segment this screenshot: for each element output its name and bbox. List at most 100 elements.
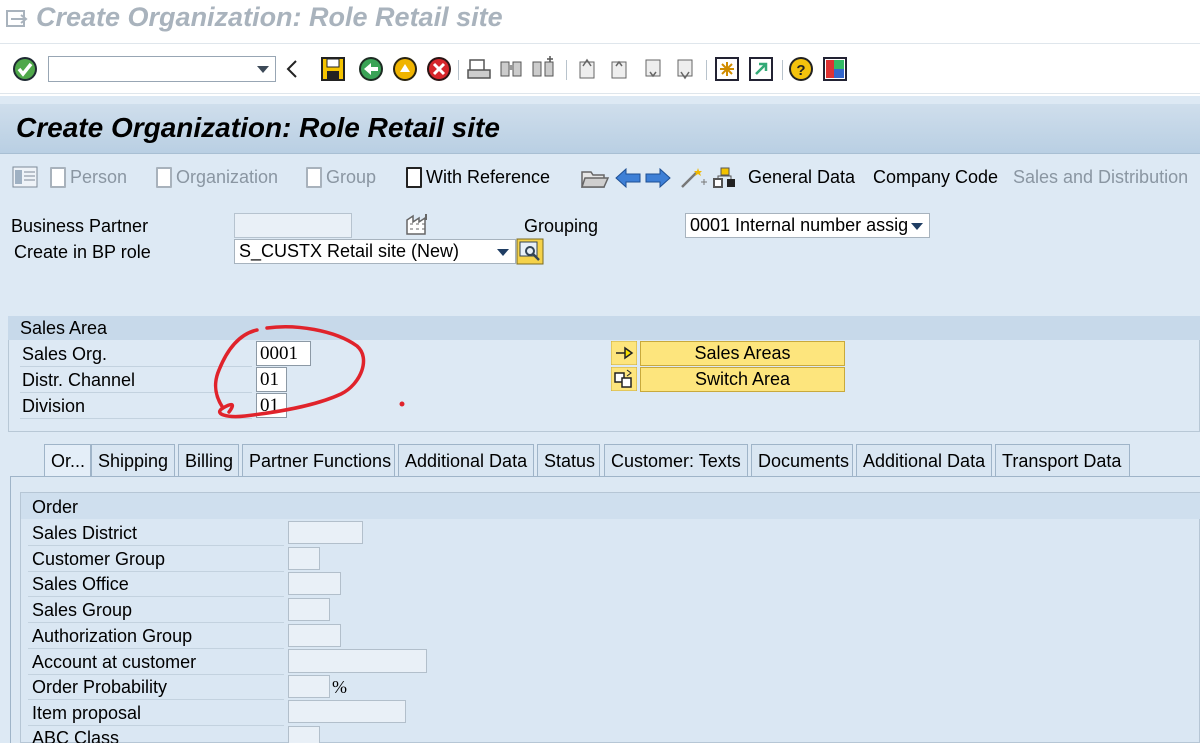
switch-area-button[interactable]: Switch Area	[640, 367, 845, 392]
tab-additional-data-2[interactable]: Additional Data	[856, 444, 992, 477]
order-group-header: Order	[21, 493, 1200, 519]
page-title-bar: Create Organization: Role Retail site	[0, 104, 1200, 154]
grouping-value: 0001 Internal number assig	[690, 215, 909, 235]
divider	[28, 699, 284, 700]
sales-org-label: Sales Org.	[22, 344, 108, 364]
divider	[28, 622, 284, 623]
next-page-icon[interactable]	[640, 56, 666, 82]
arrow-right-icon[interactable]	[611, 341, 637, 365]
general-data-button[interactable]: General Data	[748, 167, 855, 188]
hierarchy-icon[interactable]	[712, 165, 738, 191]
organization-button[interactable]: Organization	[156, 167, 278, 188]
arrow-left-icon[interactable]	[614, 166, 642, 190]
tab-documents[interactable]: Documents	[751, 444, 853, 477]
shortcut-icon[interactable]	[748, 56, 774, 82]
tab-partner-functions[interactable]: Partner Functions	[242, 444, 395, 477]
with-reference-button[interactable]: With Reference	[406, 167, 550, 188]
business-partner-field[interactable]	[234, 213, 352, 238]
arrow-right-icon[interactable]	[644, 166, 672, 190]
order-probability-field[interactable]	[288, 675, 330, 698]
tab-status[interactable]: Status	[537, 444, 600, 477]
sales-group-field[interactable]	[288, 598, 330, 621]
find-icon[interactable]	[498, 56, 524, 82]
chevron-down-icon[interactable]	[257, 66, 269, 73]
save-icon[interactable]	[320, 56, 346, 82]
relationship-wand-icon[interactable]	[678, 165, 708, 191]
window-menu-icon[interactable]	[6, 10, 28, 28]
help-icon[interactable]: ?	[788, 56, 814, 82]
application-toolbar: Person Organization Group With Reference…	[0, 158, 1200, 198]
last-page-icon[interactable]	[672, 56, 698, 82]
tab-transport-data[interactable]: Transport Data	[995, 444, 1130, 477]
back-icon[interactable]	[358, 56, 384, 82]
divider	[28, 648, 284, 649]
divider	[28, 596, 284, 597]
sales-distribution-label: Sales and Distribution	[1013, 167, 1189, 187]
sap-window: Create Organization: Role Retail site ? …	[0, 0, 1200, 743]
toolbar-separator	[782, 60, 783, 80]
percent-unit: %	[332, 677, 347, 697]
tab-customer-texts[interactable]: Customer: Texts	[604, 444, 748, 477]
new-session-icon[interactable]	[714, 56, 740, 82]
grouping-label: Grouping	[524, 216, 599, 236]
sales-office-field[interactable]	[288, 572, 341, 595]
abc-class-label: ABC Class	[32, 728, 120, 743]
cancel-icon[interactable]	[426, 56, 452, 82]
grouping-dropdown[interactable]: 0001 Internal number assig	[685, 213, 930, 238]
sales-office-label: Sales Office	[32, 574, 129, 594]
document-icon	[406, 167, 422, 188]
open-folder-icon[interactable]	[580, 166, 610, 190]
person-button[interactable]: Person	[50, 167, 127, 188]
sales-district-label: Sales District	[32, 523, 138, 543]
divider	[28, 571, 284, 572]
document-icon	[50, 167, 66, 188]
building-icon	[406, 214, 427, 235]
account-at-customer-field[interactable]	[288, 649, 427, 673]
toolbar-separator	[706, 60, 707, 80]
collapse-left-icon[interactable]	[284, 56, 300, 82]
svg-text:?: ?	[796, 62, 805, 79]
chevron-down-icon[interactable]	[497, 249, 509, 256]
sales-district-field[interactable]	[288, 521, 363, 544]
switch-area-icon[interactable]	[611, 367, 637, 391]
tab-shipping[interactable]: Shipping	[91, 444, 175, 477]
order-group-title: Order	[32, 497, 79, 517]
division-label: Division	[22, 396, 86, 416]
toolbar-separator	[458, 60, 459, 80]
item-proposal-field[interactable]	[288, 700, 406, 723]
customer-group-field[interactable]	[288, 547, 320, 570]
organization-label: Organization	[176, 167, 279, 187]
find-next-icon[interactable]	[530, 56, 556, 82]
print-icon[interactable]	[466, 56, 492, 82]
red-annotation-circle	[213, 325, 405, 419]
role-display-icon[interactable]	[516, 238, 544, 265]
window-title: Create Organization: Role Retail site	[36, 2, 503, 32]
locator-toggle-icon[interactable]	[12, 166, 38, 188]
order-probability-label: Order Probability	[32, 677, 168, 697]
first-page-icon[interactable]	[574, 56, 600, 82]
abc-class-field[interactable]	[288, 726, 320, 743]
divider	[28, 545, 284, 546]
divider	[28, 725, 284, 726]
tab-additional-data[interactable]: Additional Data	[398, 444, 534, 477]
customer-group-label: Customer Group	[32, 549, 166, 569]
business-partner-label: Business Partner	[11, 216, 149, 236]
authorization-group-field[interactable]	[288, 624, 341, 647]
sales-areas-button[interactable]: Sales Areas	[640, 341, 845, 366]
tab-billing[interactable]: Billing	[178, 444, 239, 477]
bp-role-value: S_CUSTX Retail site (New)	[239, 241, 460, 261]
sales-distribution-button[interactable]: Sales and Distribution	[1013, 167, 1188, 188]
customize-layout-icon[interactable]	[822, 56, 848, 82]
group-button[interactable]: Group	[306, 167, 376, 188]
tab-orders[interactable]: Or...	[44, 444, 91, 477]
company-code-button[interactable]: Company Code	[873, 167, 998, 188]
previous-page-icon[interactable]	[606, 56, 632, 82]
enter-check-icon[interactable]	[12, 56, 38, 82]
group-label: Group	[326, 167, 377, 187]
chevron-down-icon[interactable]	[911, 223, 923, 230]
bp-role-dropdown[interactable]: S_CUSTX Retail site (New)	[234, 239, 516, 264]
command-field[interactable]	[48, 56, 276, 82]
person-label: Person	[70, 167, 128, 187]
exit-icon[interactable]	[392, 56, 418, 82]
item-proposal-label: Item proposal	[32, 703, 142, 723]
